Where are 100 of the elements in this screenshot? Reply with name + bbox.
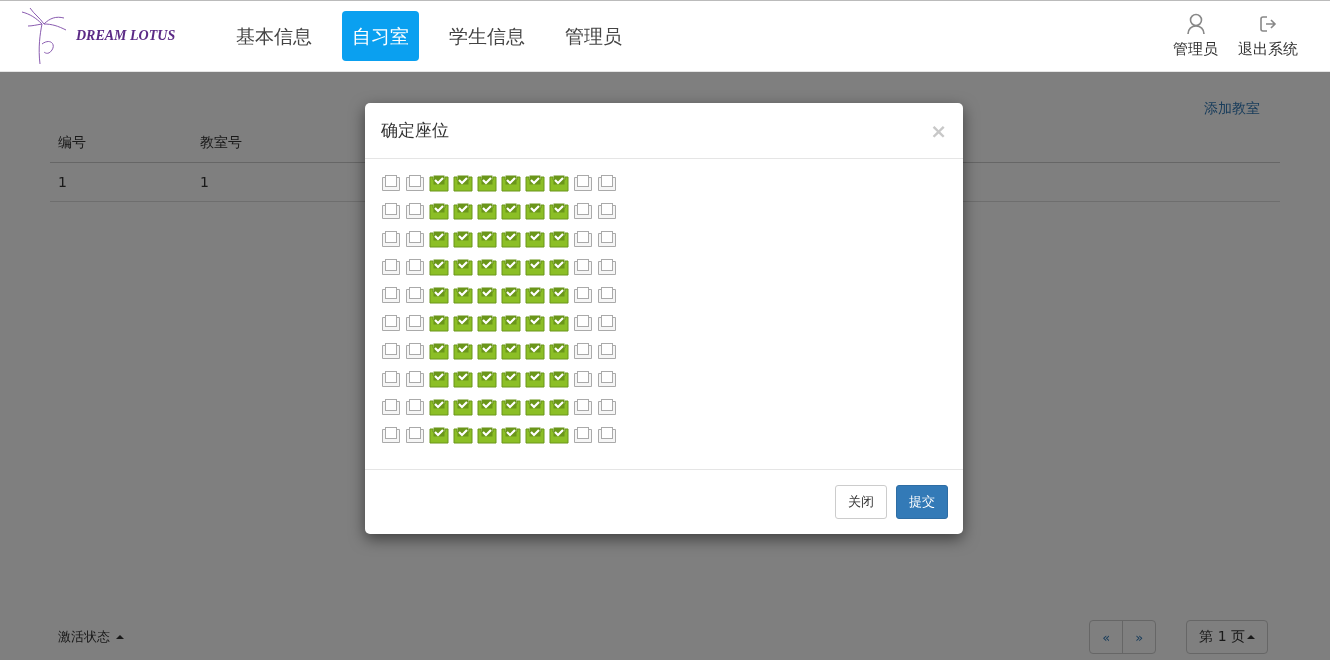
dismiss-button[interactable]: 关闭 xyxy=(835,485,887,519)
seat-checkbox[interactable] xyxy=(597,341,617,361)
seat-checkbox[interactable] xyxy=(501,229,521,249)
seat-checkbox[interactable] xyxy=(525,313,545,333)
seat-checkbox[interactable] xyxy=(525,229,545,249)
seat-checkbox[interactable] xyxy=(549,257,569,277)
nav-tab[interactable]: 管理员 xyxy=(555,11,632,61)
seat-checkbox[interactable] xyxy=(405,201,425,221)
seat-checkbox[interactable] xyxy=(381,425,401,445)
seat-checkbox[interactable] xyxy=(477,313,497,333)
seat-checkbox[interactable] xyxy=(405,341,425,361)
seat-checkbox[interactable] xyxy=(477,229,497,249)
seat-checkbox[interactable] xyxy=(477,173,497,193)
nav-tab[interactable]: 基本信息 xyxy=(226,11,322,61)
seat-checkbox[interactable] xyxy=(453,173,473,193)
seat-checkbox[interactable] xyxy=(477,341,497,361)
seat-checkbox[interactable] xyxy=(477,425,497,445)
seat-checkbox[interactable] xyxy=(405,285,425,305)
seat-checkbox[interactable] xyxy=(381,313,401,333)
seat-checkbox[interactable] xyxy=(573,201,593,221)
seat-checkbox[interactable] xyxy=(549,201,569,221)
seat-checkbox[interactable] xyxy=(453,257,473,277)
seat-checkbox[interactable] xyxy=(549,229,569,249)
seat-checkbox[interactable] xyxy=(597,285,617,305)
seat-checkbox[interactable] xyxy=(405,173,425,193)
seat-checkbox[interactable] xyxy=(429,285,449,305)
seat-checkbox[interactable] xyxy=(453,369,473,389)
seat-checkbox[interactable] xyxy=(525,341,545,361)
seat-checkbox[interactable] xyxy=(573,229,593,249)
seat-checkbox[interactable] xyxy=(525,257,545,277)
seat-checkbox[interactable] xyxy=(453,285,473,305)
seat-checkbox[interactable] xyxy=(381,369,401,389)
seat-checkbox[interactable] xyxy=(573,173,593,193)
header-action-label[interactable]: 退出系统 xyxy=(1238,40,1298,59)
nav-tab[interactable]: 学生信息 xyxy=(439,11,535,61)
seat-checkbox[interactable] xyxy=(501,341,521,361)
seat-checkbox[interactable] xyxy=(381,229,401,249)
seat-checkbox[interactable] xyxy=(453,229,473,249)
seat-checkbox[interactable] xyxy=(405,229,425,249)
seat-checkbox[interactable] xyxy=(501,397,521,417)
seat-checkbox[interactable] xyxy=(525,285,545,305)
prev-page-button[interactable]: « xyxy=(1090,621,1123,653)
seat-checkbox[interactable] xyxy=(549,285,569,305)
seat-checkbox[interactable] xyxy=(453,397,473,417)
seat-checkbox[interactable] xyxy=(501,425,521,445)
seat-checkbox[interactable] xyxy=(573,397,593,417)
seat-checkbox[interactable] xyxy=(429,173,449,193)
seat-checkbox[interactable] xyxy=(477,257,497,277)
seat-checkbox[interactable] xyxy=(405,313,425,333)
seat-checkbox[interactable] xyxy=(525,201,545,221)
seat-checkbox[interactable] xyxy=(477,397,497,417)
seat-checkbox[interactable] xyxy=(453,341,473,361)
seat-checkbox[interactable] xyxy=(501,201,521,221)
header-action-label[interactable]: 管理员 xyxy=(1173,40,1218,59)
seat-checkbox[interactable] xyxy=(501,173,521,193)
seat-checkbox[interactable] xyxy=(597,201,617,221)
seat-checkbox[interactable] xyxy=(597,425,617,445)
seat-checkbox[interactable] xyxy=(573,313,593,333)
seat-checkbox[interactable] xyxy=(405,369,425,389)
seat-checkbox[interactable] xyxy=(501,313,521,333)
seat-checkbox[interactable] xyxy=(429,397,449,417)
seat-checkbox[interactable] xyxy=(381,257,401,277)
seat-checkbox[interactable] xyxy=(381,201,401,221)
seat-checkbox[interactable] xyxy=(453,201,473,221)
seat-checkbox[interactable] xyxy=(429,369,449,389)
seat-checkbox[interactable] xyxy=(573,369,593,389)
seat-checkbox[interactable] xyxy=(501,285,521,305)
add-classroom-link[interactable]: 添加教室 xyxy=(1204,100,1260,124)
seat-checkbox[interactable] xyxy=(429,201,449,221)
seat-checkbox[interactable] xyxy=(453,313,473,333)
seat-checkbox[interactable] xyxy=(597,369,617,389)
seat-checkbox[interactable] xyxy=(453,425,473,445)
seat-checkbox[interactable] xyxy=(429,229,449,249)
seat-checkbox[interactable] xyxy=(573,341,593,361)
seat-checkbox[interactable] xyxy=(381,173,401,193)
submit-button[interactable]: 提交 xyxy=(896,485,948,519)
nav-tab[interactable]: 自习室 xyxy=(342,11,419,61)
seat-checkbox[interactable] xyxy=(405,425,425,445)
seat-checkbox[interactable] xyxy=(549,425,569,445)
seat-checkbox[interactable] xyxy=(573,285,593,305)
seat-checkbox[interactable] xyxy=(429,313,449,333)
seat-checkbox[interactable] xyxy=(501,257,521,277)
seat-checkbox[interactable] xyxy=(549,397,569,417)
seat-checkbox[interactable] xyxy=(549,341,569,361)
filter-label[interactable]: 激活状态 xyxy=(58,628,110,646)
seat-checkbox[interactable] xyxy=(597,173,617,193)
seat-checkbox[interactable] xyxy=(573,257,593,277)
seat-checkbox[interactable] xyxy=(429,341,449,361)
seat-checkbox[interactable] xyxy=(549,313,569,333)
seat-checkbox[interactable] xyxy=(477,201,497,221)
seat-checkbox[interactable] xyxy=(525,369,545,389)
seat-checkbox[interactable] xyxy=(525,173,545,193)
page-select[interactable]: 第 1 页 xyxy=(1186,620,1268,654)
seat-checkbox[interactable] xyxy=(549,173,569,193)
seat-checkbox[interactable] xyxy=(597,229,617,249)
seat-checkbox[interactable] xyxy=(573,425,593,445)
seat-checkbox[interactable] xyxy=(477,369,497,389)
seat-checkbox[interactable] xyxy=(597,313,617,333)
seat-checkbox[interactable] xyxy=(597,397,617,417)
seat-checkbox[interactable] xyxy=(381,397,401,417)
